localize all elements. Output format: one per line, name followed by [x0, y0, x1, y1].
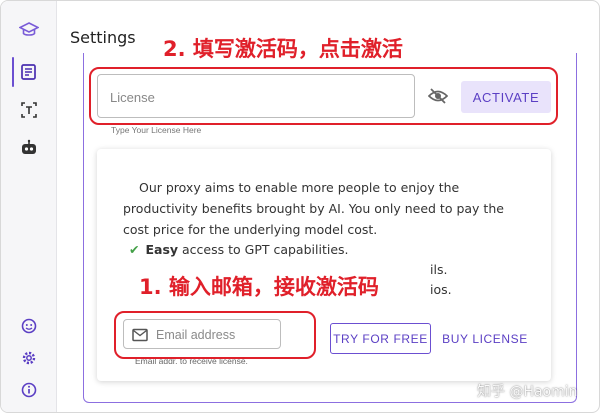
- check-icon: ✔: [129, 242, 140, 257]
- page-title: Settings: [70, 28, 136, 47]
- sidebar: [1, 1, 57, 412]
- info-icon[interactable]: [17, 378, 41, 402]
- sidebar-active-indicator: [12, 57, 14, 87]
- buy-license-button[interactable]: BUY LICENSE: [439, 323, 531, 354]
- try-for-free-button[interactable]: TRY FOR FREE: [330, 323, 431, 354]
- robot-icon[interactable]: [17, 136, 41, 160]
- annotation-step1: 1. 输入邮箱，接收激活码: [139, 275, 379, 299]
- annotation-box-email: [114, 311, 316, 359]
- feature-bold: Easy: [145, 242, 179, 257]
- text-select-icon[interactable]: [17, 98, 41, 122]
- license-hint: Type Your License Here: [111, 125, 202, 135]
- graduation-cap-icon[interactable]: [17, 18, 41, 42]
- partial-text-1: ils.: [430, 262, 448, 277]
- partial-text-2: ios.: [430, 282, 452, 297]
- edit-document-icon[interactable]: [17, 60, 41, 84]
- feature-item: ✔ Easy access to GPT capabilities.: [129, 242, 349, 257]
- proxy-description: Our proxy aims to enable more people to …: [123, 180, 504, 237]
- annotation-box-license: [89, 67, 558, 125]
- feature-text: access to GPT capabilities.: [178, 242, 349, 257]
- smiley-icon[interactable]: [17, 314, 41, 338]
- watermark: 知乎 @Haomin: [477, 384, 578, 400]
- gear-icon[interactable]: [17, 346, 41, 370]
- app-window: Settings ACTIVATE Type Your License Here…: [0, 0, 600, 413]
- annotation-step2: 2. 填写激活码，点击激活: [163, 37, 403, 61]
